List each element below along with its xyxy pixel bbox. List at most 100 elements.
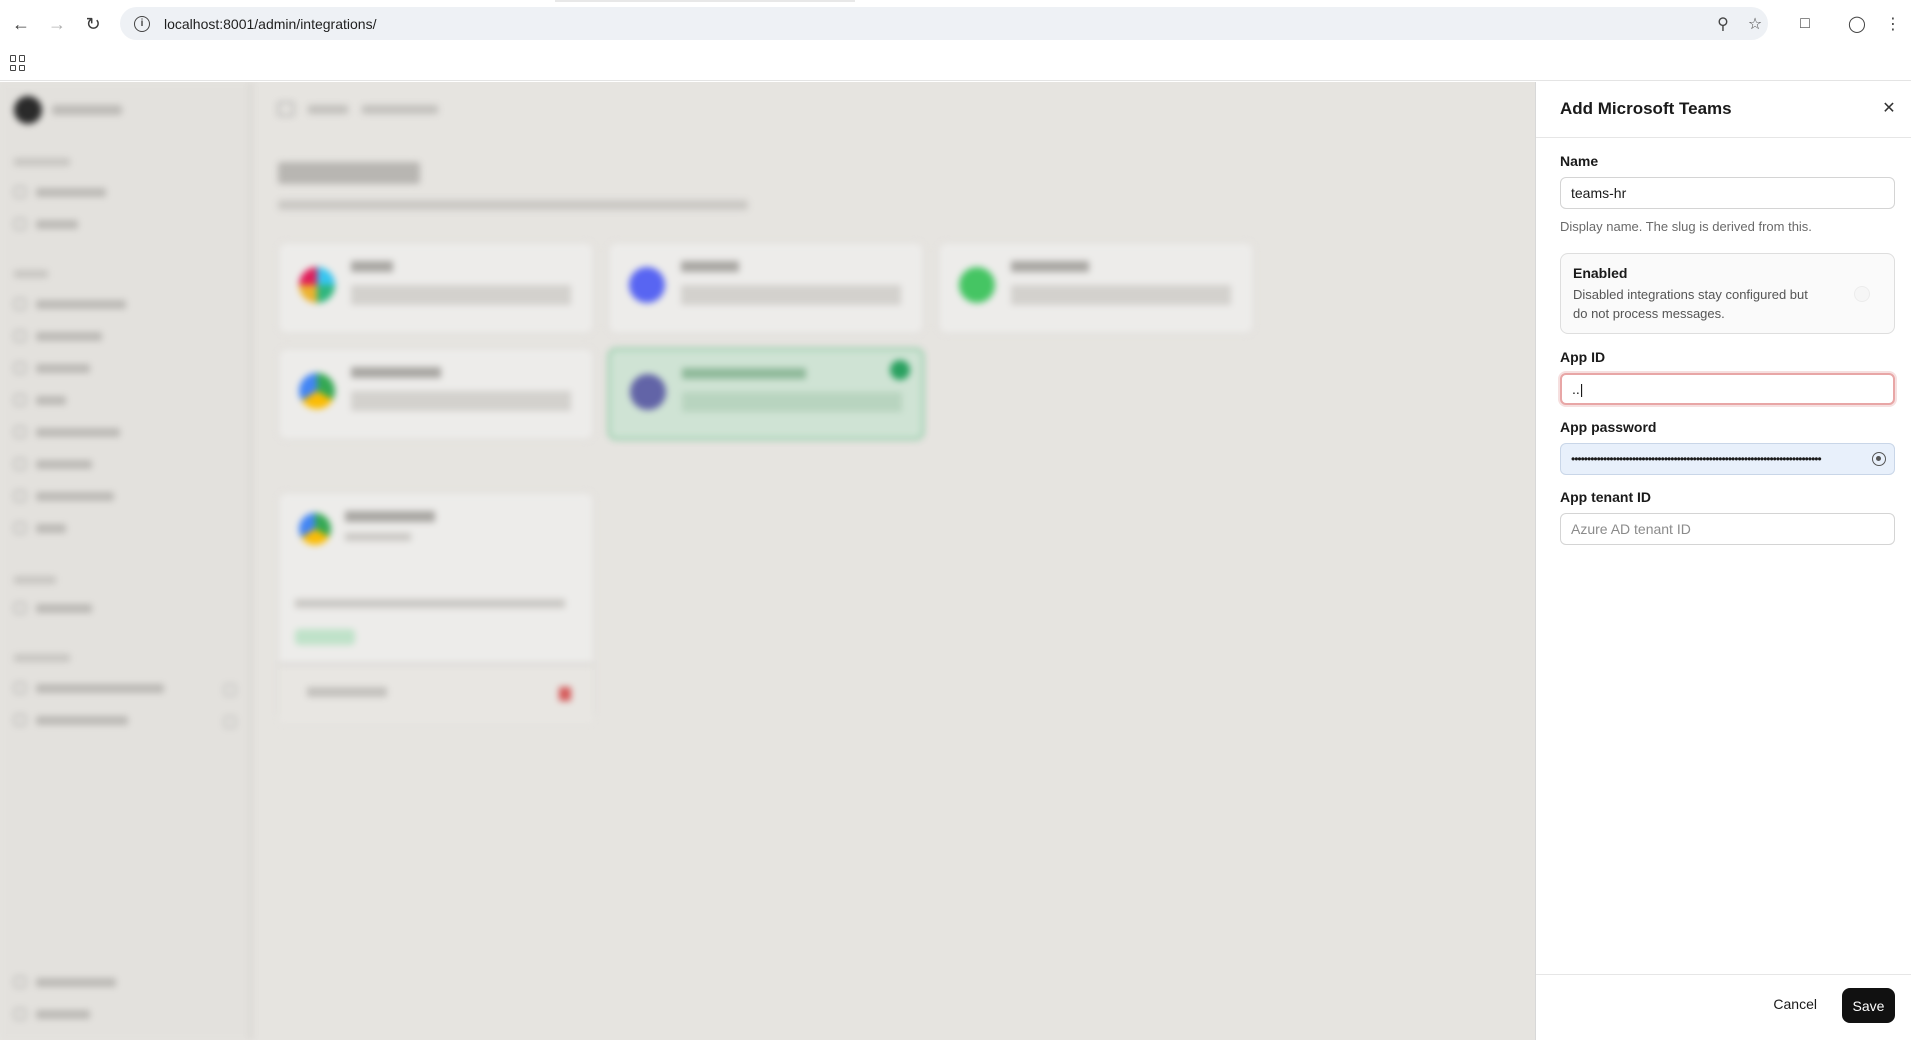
main-content (256, 82, 1535, 1040)
nav-icon (14, 1008, 26, 1020)
app-tenant-input[interactable]: Azure AD tenant ID (1560, 513, 1895, 545)
apps-icon[interactable] (10, 55, 26, 71)
instance-type-blurred (345, 533, 411, 541)
app-password-value: ••••••••••••••••••••••••••••••••••••••••… (1571, 452, 1822, 466)
nav-label-blurred (36, 363, 90, 373)
bookmark-star-icon[interactable]: ☆ (1742, 11, 1768, 37)
password-key-icon[interactable]: ⚲ (1710, 11, 1736, 37)
nav-icon (14, 976, 26, 988)
site-info-icon[interactable]: i (134, 15, 150, 32)
nav-label-blurred (36, 1009, 90, 1019)
external-link-icon (224, 684, 236, 696)
cancel-button[interactable]: Cancel (1773, 996, 1817, 1012)
nav-label-blurred (36, 459, 92, 469)
google-chat-logo-icon (299, 513, 331, 545)
address-bar[interactable]: i localhost:8001/admin/integrations/ (120, 7, 1768, 40)
sidebar-item (14, 602, 92, 614)
profile-icon[interactable]: ◯ (1844, 11, 1870, 37)
instance-footer (279, 663, 593, 723)
card-title-blurred (351, 261, 393, 272)
enabled-toggle[interactable] (1854, 286, 1870, 302)
user-name-blurred (52, 105, 122, 115)
enabled-title: Enabled (1573, 265, 1628, 281)
card-desc-blurred (351, 285, 571, 305)
tab-strip-edge (555, 0, 855, 2)
add-integration-panel: Add Microsoft Teams ✕ Name teams-hr Disp… (1535, 82, 1911, 1040)
integration-card-selected (608, 348, 924, 440)
enabled-setting: Enabled Disabled integrations stay confi… (1560, 253, 1895, 334)
nav-label-blurred (36, 683, 164, 693)
blurred-background-app (0, 82, 1535, 1040)
close-icon[interactable]: ✕ (1879, 98, 1899, 118)
save-button[interactable]: Save (1842, 988, 1895, 1023)
sidebar (0, 82, 252, 1040)
extensions-icon[interactable]: □ (1792, 11, 1818, 37)
card-title-blurred (682, 368, 806, 379)
address-url[interactable]: localhost:8001/admin/integrations/ (164, 16, 376, 32)
menu-icon[interactable]: ⋮ (1880, 11, 1906, 37)
panel-header: Add Microsoft Teams ✕ (1536, 82, 1911, 138)
slack-logo-icon (299, 267, 335, 303)
sidebar-item (14, 458, 92, 470)
nav-icon (14, 186, 26, 198)
app-tenant-label: App tenant ID (1560, 489, 1651, 505)
card-title-blurred (681, 261, 739, 272)
breadcrumb-blurred (308, 104, 348, 114)
integration-card (278, 348, 594, 440)
name-input[interactable]: teams-hr (1560, 177, 1895, 209)
sidebar-item (14, 330, 102, 342)
app-password-label: App password (1560, 419, 1657, 435)
browser-toolbar: ← → ↻ i localhost:8001/admin/integration… (0, 0, 1911, 81)
nav-icon (14, 298, 26, 310)
sidebar-item (14, 186, 106, 198)
card-desc-blurred (682, 392, 902, 412)
microsoft-teams-logo-icon (630, 374, 666, 410)
integration-card (608, 242, 924, 334)
card-title-blurred (1011, 261, 1089, 272)
sidebar-item (14, 298, 126, 310)
breadcrumb-blurred (362, 104, 438, 114)
sidebar-item (14, 522, 66, 534)
blur-layer (0, 82, 1535, 1040)
sidebar-item (14, 362, 90, 374)
app-password-input[interactable]: ••••••••••••••••••••••••••••••••••••••••… (1560, 443, 1895, 475)
card-desc-blurred (1011, 285, 1231, 305)
app-id-input[interactable]: ..| (1560, 373, 1895, 405)
external-link-icon (224, 716, 236, 728)
sidebar-section (14, 158, 70, 166)
nav-label-blurred (36, 715, 128, 725)
sidebar-toggle-icon (278, 102, 294, 116)
sidebar-item (14, 394, 66, 406)
sidebar-section (14, 654, 70, 662)
nav-icon (14, 362, 26, 374)
nav-label-blurred (36, 603, 92, 613)
nav-icon (14, 714, 26, 726)
reload-icon[interactable]: ↻ (80, 11, 106, 37)
card-desc-blurred (351, 391, 571, 411)
sidebar-item (14, 426, 120, 438)
integration-card (278, 242, 594, 334)
name-label: Name (1560, 153, 1599, 169)
google-chat-logo-icon (299, 373, 335, 409)
nav-label-blurred (36, 187, 106, 197)
avatar (14, 96, 42, 124)
forward-icon[interactable]: → (44, 11, 70, 37)
sidebar-item (14, 682, 164, 694)
panel-footer: Cancel Save (1536, 974, 1911, 1040)
back-icon[interactable]: ← (8, 11, 34, 37)
sidebar-item (14, 1008, 90, 1020)
name-hint: Display name. The slug is derived from t… (1560, 219, 1812, 234)
card-desc-blurred (681, 285, 901, 305)
configure-blurred (307, 687, 387, 697)
nav-icon (14, 522, 26, 534)
sidebar-item (14, 714, 128, 726)
whatsapp-logo-icon (959, 267, 995, 303)
nav-icon (14, 330, 26, 342)
page-subtitle-blurred (278, 200, 748, 210)
sidebar-item (14, 218, 78, 230)
show-password-eye-icon[interactable] (1872, 452, 1886, 466)
integration-card (938, 242, 1254, 334)
trash-icon (559, 687, 571, 701)
status-badge (295, 629, 355, 645)
integration-instance-card (278, 492, 594, 723)
